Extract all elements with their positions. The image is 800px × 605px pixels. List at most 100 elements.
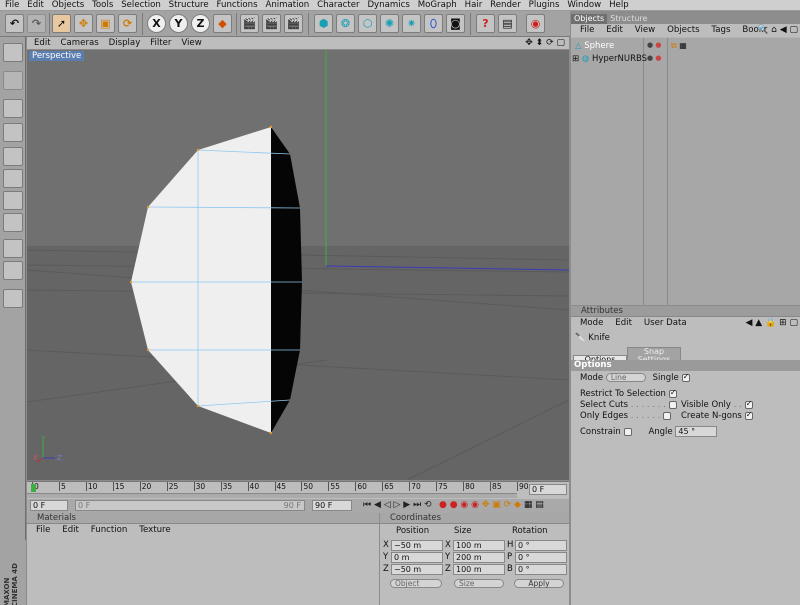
- undo-button[interactable]: ↶: [5, 14, 24, 33]
- coordinate-system-button[interactable]: ◆: [213, 14, 232, 33]
- menu-dynamics[interactable]: Dynamics: [362, 0, 409, 11]
- record-controls[interactable]: ● ● ◉ ◉ ✥ ▣ ⟳ ◆ ▦ ▤: [439, 500, 544, 510]
- rotation-field[interactable]: 0 °: [515, 564, 567, 575]
- restrict-checkbox[interactable]: [668, 388, 677, 398]
- menu-mograph[interactable]: MoGraph: [413, 0, 457, 11]
- add-cube-button[interactable]: ⬢: [314, 14, 333, 33]
- viewport-menu-view[interactable]: View: [174, 37, 201, 50]
- timeline-playhead[interactable]: [31, 484, 36, 492]
- attributes-menu-userdata[interactable]: User Data: [635, 317, 687, 329]
- menu-help[interactable]: Help: [604, 0, 629, 11]
- size-field[interactable]: 100 m: [453, 540, 505, 551]
- constrain-checkbox[interactable]: [623, 427, 632, 436]
- menu-file[interactable]: File: [0, 0, 19, 11]
- viewport-menu-cameras[interactable]: Cameras: [54, 37, 99, 50]
- make-editable-button[interactable]: [3, 43, 23, 62]
- size-field[interactable]: 200 m: [453, 552, 505, 563]
- viewport-perspective[interactable]: Perspective Y X Z: [27, 50, 569, 480]
- tags-sphere[interactable]: ⧉ ▦: [671, 41, 687, 51]
- menu-character[interactable]: Character: [312, 0, 359, 11]
- rotation-field[interactable]: 0 °: [515, 552, 567, 563]
- coord-system-dropdown[interactable]: Object: [390, 579, 442, 588]
- timeline-track[interactable]: [27, 493, 517, 498]
- viewport-menu-filter[interactable]: Filter: [143, 37, 171, 50]
- add-deformer-button[interactable]: ✷: [402, 14, 421, 33]
- viewport-menu-display[interactable]: Display: [102, 37, 141, 50]
- viewport-menu-edit[interactable]: Edit: [27, 37, 51, 50]
- select-tool-button[interactable]: ➚: [52, 14, 71, 33]
- add-mograph-button[interactable]: ✺: [380, 14, 399, 33]
- move-tool-button[interactable]: ✥: [74, 14, 93, 33]
- axis-mode-button[interactable]: [3, 123, 23, 142]
- objects-menu-tags[interactable]: Tags: [702, 24, 730, 36]
- materials-menu-file[interactable]: File: [27, 524, 50, 536]
- apply-button[interactable]: Apply: [514, 579, 564, 588]
- position-field[interactable]: −50 m: [391, 564, 443, 575]
- position-field[interactable]: 0 m: [391, 552, 443, 563]
- menu-functions[interactable]: Functions: [212, 0, 258, 11]
- scale-tool-button[interactable]: ▣: [96, 14, 115, 33]
- polygons-mode-button[interactable]: [3, 191, 23, 210]
- viewport-nav-icons[interactable]: ✥ ⬍ ⟳ ▢: [518, 37, 565, 50]
- edges-mode-button[interactable]: [3, 169, 23, 188]
- menu-plugins[interactable]: Plugins: [524, 0, 560, 11]
- tab-structure[interactable]: Structure: [607, 14, 650, 24]
- size-field[interactable]: 100 m: [453, 564, 505, 575]
- render-view-button[interactable]: 🎬: [240, 14, 259, 33]
- objects-menu-objects[interactable]: Objects: [658, 24, 699, 36]
- menu-tools[interactable]: Tools: [87, 0, 113, 11]
- attributes-menu-mode[interactable]: Mode: [571, 317, 603, 329]
- menu-selection[interactable]: Selection: [116, 0, 161, 11]
- y-axis-lock-button[interactable]: Y: [169, 14, 188, 33]
- angle-field[interactable]: 45 °: [675, 426, 718, 437]
- menu-render[interactable]: Render: [485, 0, 521, 11]
- materials-menu-function[interactable]: Function: [82, 524, 128, 536]
- menu-window[interactable]: Window: [562, 0, 601, 11]
- snap-button[interactable]: [3, 289, 23, 308]
- playback-controls[interactable]: ⏮ ◀ ◁ ▷ ▶ ⏭ ⟲: [363, 500, 432, 510]
- single-checkbox[interactable]: [681, 372, 690, 382]
- materials-menu-texture[interactable]: Texture: [130, 524, 170, 536]
- objects-menu-view[interactable]: View: [626, 24, 655, 36]
- visibility-dots-hypernurbs[interactable]: ● ●: [647, 54, 661, 62]
- attributes-menu-edit[interactable]: Edit: [606, 317, 632, 329]
- menu-objects[interactable]: Objects: [47, 0, 84, 11]
- menu-animation[interactable]: Animation: [260, 0, 309, 11]
- only-edges-checkbox[interactable]: [663, 411, 672, 420]
- size-mode-dropdown[interactable]: Size: [454, 579, 504, 588]
- range-slider[interactable]: 0 F 90 F: [75, 500, 305, 511]
- workplane-button[interactable]: [3, 261, 23, 280]
- layout-switch-button[interactable]: ◉: [526, 14, 545, 33]
- select-cuts-checkbox[interactable]: [668, 400, 677, 409]
- menu-hair[interactable]: Hair: [460, 0, 483, 11]
- objects-menu-edit[interactable]: Edit: [597, 24, 623, 36]
- add-environment-button[interactable]: ⬯: [424, 14, 443, 33]
- light-button[interactable]: ?: [476, 14, 495, 33]
- visibility-dots-sphere[interactable]: ● ●: [647, 41, 661, 49]
- materials-menu-edit[interactable]: Edit: [53, 524, 79, 536]
- x-axis-lock-button[interactable]: X: [147, 14, 166, 33]
- redo-button[interactable]: ↷: [27, 14, 46, 33]
- expand-icon[interactable]: ⊞: [572, 54, 579, 64]
- objects-nav-icons[interactable]: 🔍 ⌂ ◀ ▢: [748, 24, 798, 36]
- z-axis-lock-button[interactable]: Z: [191, 14, 210, 33]
- visible-only-checkbox[interactable]: [744, 399, 753, 409]
- render-settings-button[interactable]: 🎬: [284, 14, 303, 33]
- menu-edit[interactable]: Edit: [22, 0, 44, 11]
- layout-button[interactable]: ▤: [498, 14, 517, 33]
- add-nurbs-button[interactable]: ❂: [336, 14, 355, 33]
- menu-structure[interactable]: Structure: [164, 0, 209, 11]
- rotate-tool-button[interactable]: ⟳: [118, 14, 137, 33]
- tab-objects[interactable]: Objects: [571, 14, 608, 24]
- rotation-field[interactable]: 0 °: [515, 540, 567, 551]
- timeline[interactable]: 0 5 10 15 20 25 30 35 40 45 50 55 60 65 70 75 80 85 90 0 F: [27, 481, 569, 499]
- model-mode-button[interactable]: [3, 71, 23, 90]
- start-frame-field[interactable]: 0 F: [30, 500, 68, 511]
- mode-dropdown[interactable]: Line: [605, 373, 646, 382]
- end-frame-field[interactable]: 90 F: [312, 500, 352, 511]
- current-frame-field[interactable]: 0 F: [529, 484, 567, 495]
- uv-mode-button[interactable]: [3, 213, 23, 232]
- object-mode-button[interactable]: [3, 99, 23, 118]
- render-picture-viewer-button[interactable]: 🎬: [262, 14, 281, 33]
- points-mode-button[interactable]: [3, 147, 23, 166]
